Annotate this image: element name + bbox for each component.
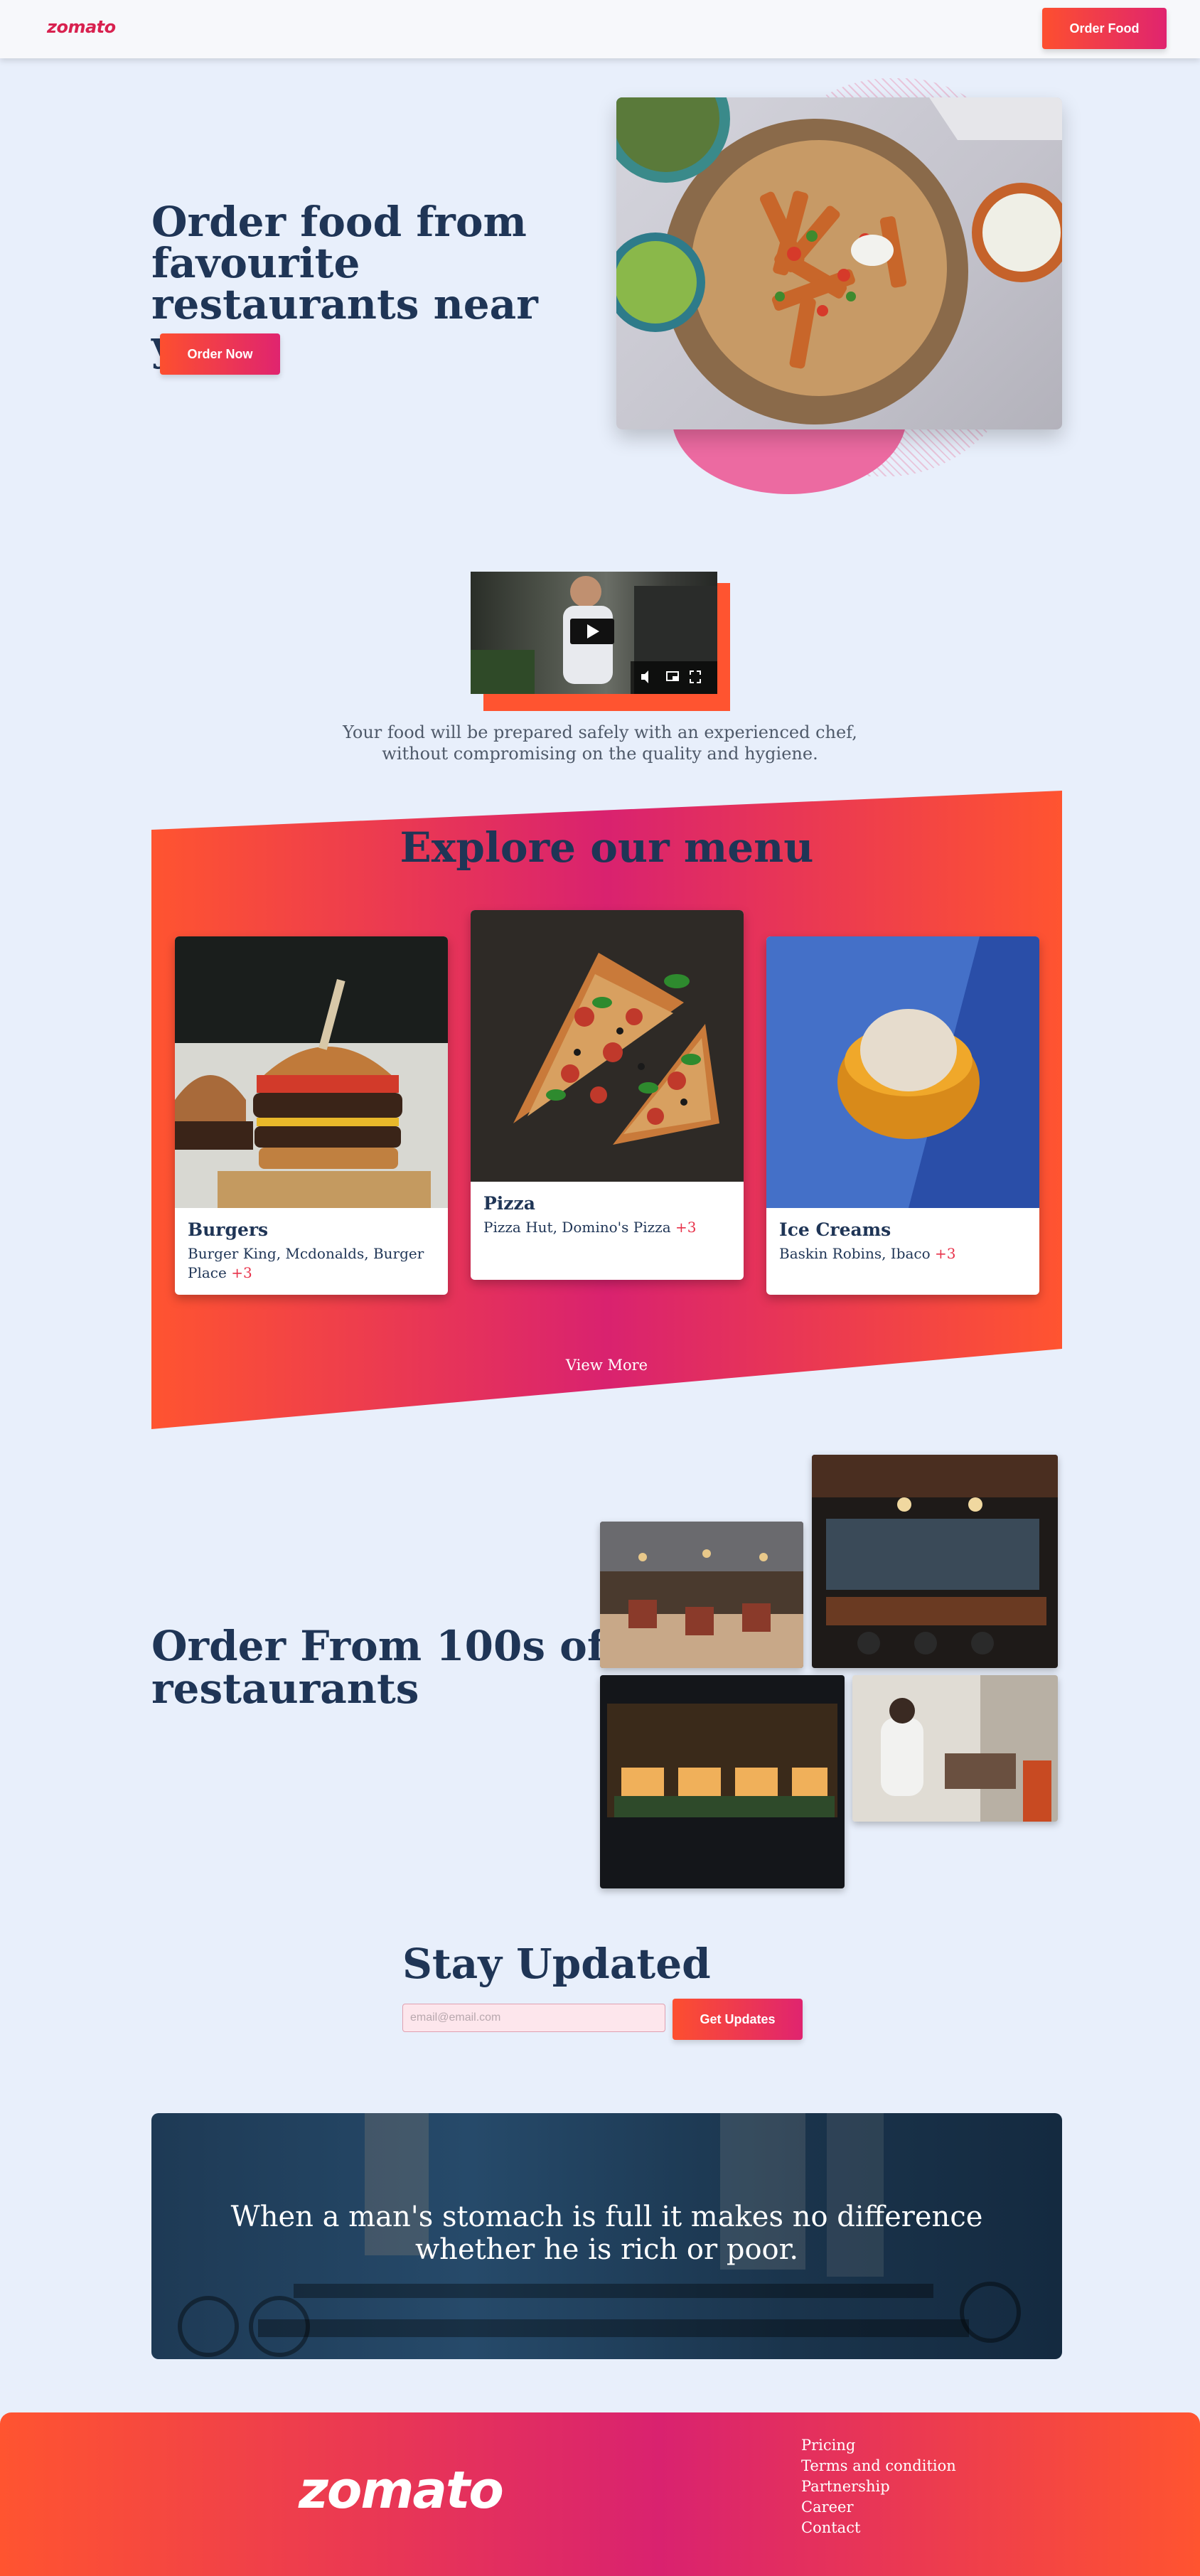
get-updates-button[interactable]: Get Updates [673,1999,803,2040]
restaurants-title: Order From 100s of restaurants [151,1622,605,1713]
menu-card-ice-creams[interactable]: Ice Creams Baskin Robins, Ibaco +3 [766,936,1039,1295]
video-caption: Your food will be prepared safely with a… [343,722,857,764]
more-count: +3 [231,1264,252,1281]
footer-link-partnership[interactable]: Partnership [801,2476,956,2497]
menu-card-burgers[interactable]: Burgers Burger King, Mcdonalds, Burger P… [175,936,448,1295]
burger-image [175,936,448,1208]
footer-zomato-logo[interactable]: zomato [299,2460,504,2520]
ice-cream-image [766,936,1039,1208]
card-restaurants: Pizza Hut, Domino's Pizza +3 [483,1219,697,1236]
footer [0,2412,1200,2576]
footer-link-terms[interactable]: Terms and condition [801,2456,956,2476]
restaurant-image-4 [852,1675,1058,1822]
restaurant-image-3 [600,1675,845,1888]
quote-text: When a man's stomach is full it makes no… [230,2201,983,2266]
card-restaurants: Burger King, Mcdonalds, Burger Place +3 [188,1245,424,1281]
menu-card-pizza[interactable]: Pizza Pizza Hut, Domino's Pizza +3 [471,910,744,1280]
footer-links: Pricing Terms and condition Partnership … [801,2435,956,2538]
restaurant-image-1 [600,1522,803,1668]
hero-food-image [616,97,1062,429]
view-more-link[interactable]: View More [151,1357,1062,1374]
more-count: +3 [935,1245,956,1262]
card-title: Burgers [188,1219,269,1240]
more-count: +3 [675,1219,697,1236]
top-navbar [0,0,1200,58]
footer-link-contact[interactable]: Contact [801,2518,956,2538]
menu-title: Explore our menu [400,823,814,872]
card-title: Ice Creams [779,1219,891,1240]
pizza-image [471,910,744,1182]
email-input[interactable] [402,2004,665,2032]
chef-video-player[interactable] [471,572,717,694]
restaurant-image-2 [812,1455,1058,1668]
footer-link-career[interactable]: Career [801,2497,956,2518]
footer-link-pricing[interactable]: Pricing [801,2435,956,2456]
order-food-button[interactable]: Order Food [1042,8,1167,49]
order-now-button[interactable]: Order Now [160,333,280,375]
card-title: Pizza [483,1193,535,1214]
card-restaurants: Baskin Robins, Ibaco +3 [779,1245,956,1262]
zomato-logo[interactable]: zomato [47,17,116,37]
stay-updated-title: Stay Updated [402,1940,711,1988]
